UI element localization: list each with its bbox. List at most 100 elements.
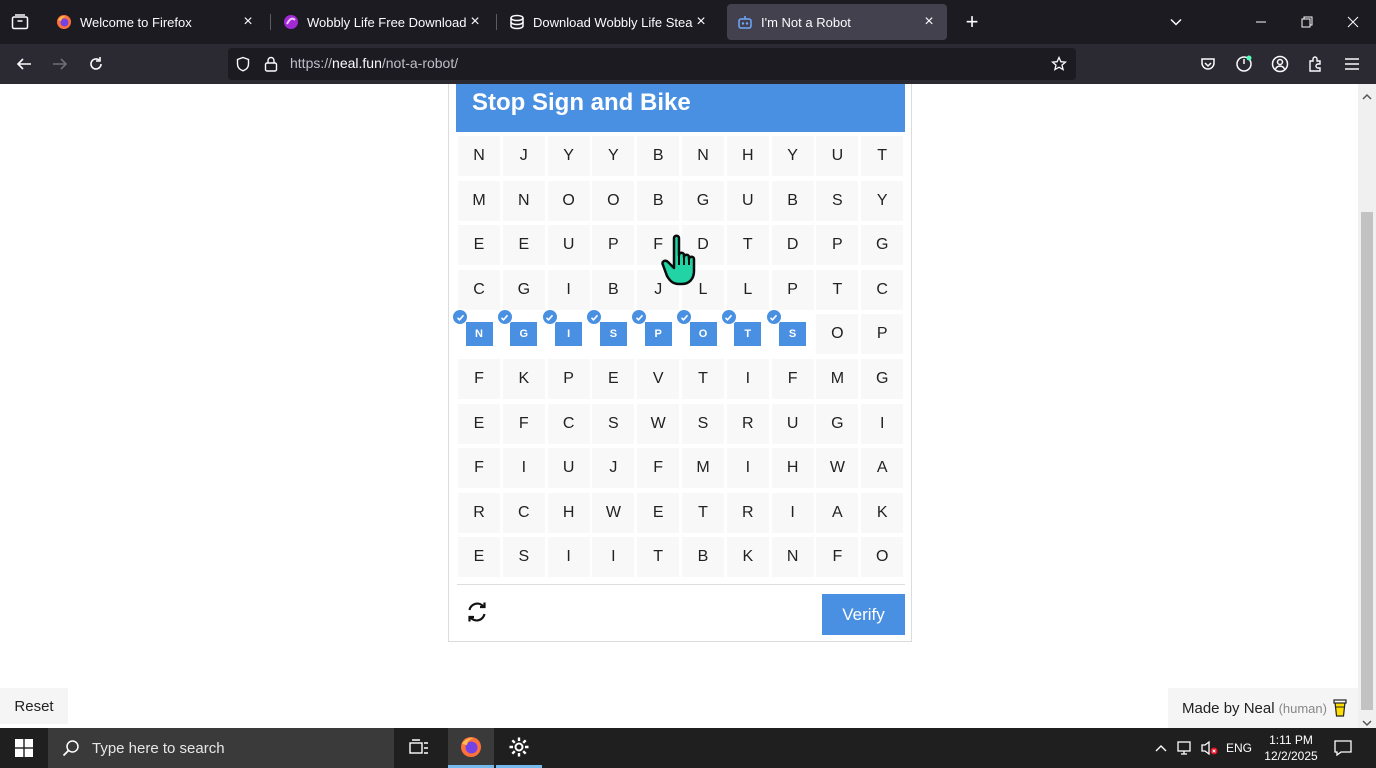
grid-cell[interactable]: B	[682, 537, 724, 578]
grid-cell[interactable]: R	[458, 492, 500, 533]
close-icon[interactable]: ×	[693, 14, 709, 30]
tab-list-icon[interactable]	[6, 8, 34, 36]
grid-cell[interactable]: E	[458, 537, 500, 578]
grid-cell[interactable]: S	[682, 403, 724, 444]
chevron-down-icon[interactable]	[1162, 8, 1190, 36]
extensions-icon[interactable]	[1302, 50, 1330, 78]
grid-cell[interactable]: G	[816, 403, 859, 444]
grid-cell[interactable]: G	[502, 269, 545, 310]
grid-cell[interactable]: G	[861, 225, 904, 266]
grid-cell[interactable]: P	[816, 225, 859, 266]
grid-cell[interactable]: N	[458, 136, 500, 176]
grid-cell[interactable]: P	[592, 225, 635, 266]
tab-wobbly-steamrip[interactable]: Download Wobbly Life SteamR ×	[499, 4, 719, 40]
grid-cell[interactable]: K	[861, 492, 904, 533]
grid-cell[interactable]: P	[771, 269, 814, 310]
url-bar[interactable]: https://neal.fun/not-a-robot/	[228, 48, 1076, 80]
grid-cell[interactable]: V	[637, 359, 680, 399]
grid-cell[interactable]: M	[682, 448, 724, 489]
grid-cell[interactable]: O	[816, 314, 859, 355]
grid-cell[interactable]: I	[502, 448, 545, 489]
close-window-button[interactable]	[1330, 0, 1376, 44]
grid-cell[interactable]: K	[726, 537, 769, 578]
grid-cell[interactable]: F	[816, 537, 859, 578]
volume-muted-icon[interactable]	[1198, 728, 1220, 768]
taskbar-settings-icon[interactable]	[496, 728, 542, 768]
grid-cell[interactable]: B	[592, 269, 635, 310]
grid-cell[interactable]: S	[592, 403, 635, 444]
minimize-button[interactable]	[1238, 0, 1284, 44]
tab-wobbly-download[interactable]: Wobbly Life Free Download (v1 ×	[273, 4, 493, 40]
grid-cell[interactable]: E	[458, 403, 500, 444]
grid-cell[interactable]: C	[861, 269, 904, 310]
grid-cell[interactable]: S	[502, 537, 545, 578]
grid-cell[interactable]: M	[458, 180, 500, 221]
grid-cell[interactable]: B	[637, 136, 680, 176]
grid-cell[interactable]: Y	[861, 180, 904, 221]
grid-cell[interactable]: I	[771, 492, 814, 533]
grid-cell[interactable]: I	[592, 537, 635, 578]
task-view-icon[interactable]	[396, 728, 442, 768]
grid-cell[interactable]: U	[771, 403, 814, 444]
made-by-credit[interactable]: Made by Neal (human)	[1168, 688, 1358, 728]
grid-cell[interactable]: G	[682, 180, 724, 221]
grid-cell[interactable]: C	[502, 492, 545, 533]
grid-cell[interactable]: Y	[771, 136, 814, 176]
bookmark-star-icon[interactable]	[1050, 55, 1068, 73]
grid-cell[interactable]: T	[861, 136, 904, 176]
pocket-icon[interactable]	[1194, 50, 1222, 78]
grid-cell[interactable]: H	[547, 492, 590, 533]
grid-cell[interactable]: T	[682, 359, 724, 399]
grid-cell[interactable]: D	[771, 225, 814, 266]
grid-cell[interactable]: E	[592, 359, 635, 399]
grid-cell[interactable]: T	[637, 537, 680, 578]
grid-cell[interactable]: M	[816, 359, 859, 399]
taskbar-firefox-icon[interactable]	[448, 728, 494, 768]
grid-cell[interactable]: P	[861, 314, 904, 355]
grid-cell[interactable]: S	[816, 180, 859, 221]
close-icon[interactable]: ×	[240, 14, 256, 30]
lock-icon[interactable]	[262, 55, 280, 73]
grid-cell[interactable]: K	[502, 359, 545, 399]
menu-icon[interactable]	[1338, 50, 1366, 78]
grid-cell[interactable]: T	[682, 492, 724, 533]
url-text[interactable]: https://neal.fun/not-a-robot/	[290, 55, 458, 71]
grid-cell[interactable]: H	[771, 448, 814, 489]
grid-cell[interactable]: W	[816, 448, 859, 489]
grid-cell[interactable]: I	[547, 537, 590, 578]
close-icon[interactable]: ×	[467, 14, 483, 30]
grid-cell[interactable]: N	[771, 537, 814, 578]
grid-cell[interactable]: H	[726, 136, 769, 176]
grid-cell[interactable]: F	[502, 403, 545, 444]
grid-cell[interactable]: L	[726, 269, 769, 310]
grid-cell-selected[interactable]: S	[586, 309, 634, 354]
close-icon[interactable]: ×	[921, 14, 937, 30]
grid-cell[interactable]: F	[458, 448, 500, 489]
forward-icon[interactable]	[46, 50, 74, 78]
grid-cell[interactable]: A	[861, 448, 904, 489]
grid-cell[interactable]: W	[592, 492, 635, 533]
grid-cell[interactable]: O	[592, 180, 635, 221]
shield-icon[interactable]	[234, 55, 252, 73]
windows-start-icon[interactable]	[0, 728, 48, 768]
grid-cell-selected[interactable]: T	[720, 309, 769, 354]
verify-button[interactable]: Verify	[822, 594, 905, 635]
reset-button[interactable]: Reset	[0, 688, 68, 724]
scroll-up-icon[interactable]	[1362, 88, 1372, 106]
grid-cell[interactable]: I	[726, 359, 769, 399]
grid-cell[interactable]: U	[816, 136, 859, 176]
grid-cell[interactable]: C	[547, 403, 590, 444]
grid-cell[interactable]: O	[861, 537, 904, 578]
grid-cell[interactable]: Y	[592, 136, 635, 176]
back-icon[interactable]	[10, 50, 38, 78]
grid-cell[interactable]: J	[502, 136, 545, 176]
grid-cell[interactable]: B	[637, 180, 680, 221]
reload-icon[interactable]	[82, 50, 110, 78]
restore-button[interactable]	[1284, 0, 1330, 44]
vertical-scrollbar[interactable]	[1358, 84, 1376, 728]
grid-cell[interactable]: P	[547, 359, 590, 399]
grid-cell[interactable]: U	[547, 225, 590, 266]
grid-cell[interactable]: I	[547, 269, 590, 310]
grid-cell[interactable]: T	[816, 269, 859, 310]
account-icon[interactable]	[1266, 50, 1294, 78]
